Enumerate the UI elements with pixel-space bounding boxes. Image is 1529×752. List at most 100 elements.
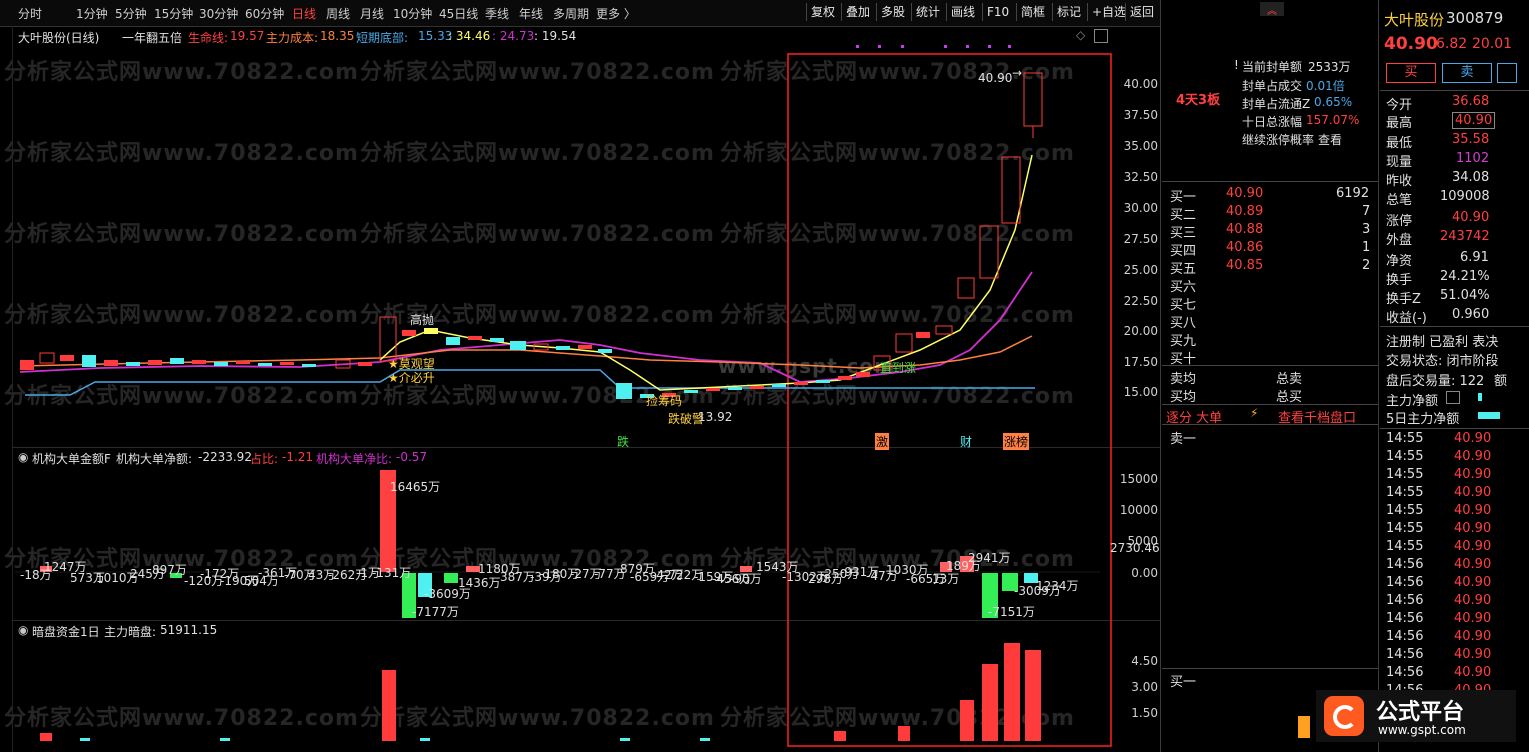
net-value: -2233.92 xyxy=(198,450,252,464)
quote-row: 换手 24.21% xyxy=(1386,269,1490,288)
total-buy-label: 总买 xyxy=(1276,390,1303,405)
order-book-row: 买三 40.88 3 xyxy=(1170,222,1371,241)
order-book-row: 买一 40.90 6192 xyxy=(1170,186,1370,205)
quote-row: 总笔 109008 xyxy=(1386,189,1490,208)
collapse-icon[interactable]: ◉ xyxy=(18,623,28,637)
buy-button[interactable]: 买 xyxy=(1386,63,1436,83)
bar-label: 2941万 xyxy=(968,551,1011,565)
bottom-bars xyxy=(40,643,1041,741)
zhangting-mark: 涨榜 xyxy=(1003,433,1030,450)
die-mark: 跌 xyxy=(617,435,630,449)
bottom-chart-value: 51911.15 xyxy=(160,623,218,637)
stock-name: 大叶股份 xyxy=(1384,11,1445,29)
order-book-row: 买二 40.89 7 xyxy=(1170,204,1371,223)
max-price-label: 40.90 xyxy=(978,71,1013,85)
after-hours-suffix: 额 xyxy=(1494,374,1508,389)
highlight-box xyxy=(787,53,1112,747)
order-book-row: 买六 xyxy=(1170,280,1197,295)
net-main-icon[interactable] xyxy=(1446,391,1460,404)
registration-info: 注册制 已盈利 表决 xyxy=(1386,335,1499,350)
bottom-tick: 1.50 xyxy=(1131,706,1158,720)
collapse-up-icon[interactable]: ︽ xyxy=(1260,2,1284,17)
total-sell-label: 总卖 xyxy=(1276,372,1303,387)
quote-row: 外盘 243742 xyxy=(1386,229,1490,248)
ratio-value: -1.21 xyxy=(282,450,314,464)
after-hours-volume: 盘后交易量: 122 xyxy=(1386,374,1485,389)
gaopao-label: 高抛 xyxy=(410,313,435,327)
price-tick: 35.00 xyxy=(1123,139,1158,153)
sell-button[interactable]: 卖 xyxy=(1442,63,1492,83)
price-change: 6.82 xyxy=(1436,36,1468,52)
quote-row: 最高 40.90 xyxy=(1386,112,1526,131)
mid-bars xyxy=(40,470,1038,618)
quote-row: 最低 35.58 xyxy=(1386,132,1490,151)
price-change-pct: 20.01 xyxy=(1472,36,1513,52)
bar-label: -131万 xyxy=(372,566,412,580)
mid-chart-title: 机构大单金额F xyxy=(32,452,111,466)
seal-label: 封单占流通Z xyxy=(1242,97,1311,111)
quote-row: 涨停 40.90 xyxy=(1386,210,1490,229)
quote-row: 收益(-) 0.960 xyxy=(1386,307,1490,326)
price-tick: 27.50 xyxy=(1123,232,1158,246)
bar-label: 897万 xyxy=(152,563,187,577)
seal-value: 0.65% xyxy=(1314,95,1353,109)
seal-label: 当前封单额 xyxy=(1242,60,1303,74)
net-label: 机构大单净额: xyxy=(116,452,193,466)
info-icon: ! xyxy=(1234,58,1239,72)
bar-label: 1234万 xyxy=(1036,579,1079,593)
bottom-tick: 4.50 xyxy=(1131,654,1158,668)
jiedisheng-label: ★介必升 xyxy=(388,371,435,385)
ji-mark: 激 xyxy=(875,433,890,450)
arrow-icon: → xyxy=(1012,66,1023,80)
price-tick: 15.00 xyxy=(1123,385,1158,399)
bottom-chart-title: 暗盘资金1日 xyxy=(32,625,100,639)
price-tick: 20.00 xyxy=(1123,324,1158,338)
order-book-row: 买八 xyxy=(1170,316,1197,331)
buy-avg-label: 买均 xyxy=(1170,390,1197,405)
price-tick: 30.00 xyxy=(1123,201,1158,215)
net-main-5d-bar xyxy=(1478,412,1500,419)
price-tick: 25.00 xyxy=(1123,263,1158,277)
board-tag: 4天3板 xyxy=(1176,93,1221,108)
quote-row: 现量 1102 xyxy=(1386,151,1490,170)
min-price-label: 13.92 xyxy=(698,410,733,424)
chart-canvas xyxy=(15,45,1112,747)
seal-label: 十日总涨幅 xyxy=(1242,115,1303,129)
seal-label: 继续涨停概率 xyxy=(1242,133,1315,147)
current-price: 40.90 xyxy=(1384,34,1438,54)
quote-row: 净资 6.91 xyxy=(1386,250,1489,269)
price-tick: 32.50 xyxy=(1123,170,1158,184)
net-main-bar xyxy=(1478,393,1482,401)
quote-row: 换手Z 51.04% xyxy=(1386,288,1490,307)
bottom-tick: 3.00 xyxy=(1131,680,1158,694)
gspt-logo: 公式平台 www.gspt.com xyxy=(1316,690,1516,742)
mid-side-value: 2730.46 xyxy=(1110,541,1160,555)
logo-url: www.gspt.com xyxy=(1378,723,1466,737)
logo-text: 公式平台 xyxy=(1376,700,1465,725)
buy1-label: 买一 xyxy=(1170,675,1197,690)
collapse-icon[interactable]: ◉ xyxy=(18,450,28,464)
price-tick: 40.00 xyxy=(1123,77,1158,91)
seal-value: 2533万 xyxy=(1308,60,1351,74)
fanzhang-label: 直到涨 xyxy=(880,361,917,375)
seal-label: 封单占成交 xyxy=(1242,79,1303,93)
more-trade-button[interactable] xyxy=(1497,63,1517,83)
price-tick: 37.50 xyxy=(1123,108,1158,122)
sell-avg-label: 卖均 xyxy=(1170,372,1197,387)
order-book-row: 买九 xyxy=(1170,334,1197,349)
trend-line xyxy=(379,154,1033,391)
bar-label: -7151万 xyxy=(988,605,1035,619)
order-book-row: 买十 xyxy=(1170,352,1197,367)
net-main-label: 主力净额 xyxy=(1386,394,1439,409)
quote-row: 昨收 34.08 xyxy=(1386,170,1490,189)
bar-label: -7177万 xyxy=(412,605,459,619)
view-probability-link[interactable]: 查看 xyxy=(1318,131,1342,148)
mid-tick: 0.00 xyxy=(1131,566,1158,580)
order-book-row: 买七 xyxy=(1170,298,1197,313)
order-book-row: 买五 40.85 2 xyxy=(1170,258,1371,277)
net-main-5d-label: 5日主力净额 xyxy=(1386,412,1460,427)
seal-value: 0.01倍 xyxy=(1306,79,1345,93)
net-ratio-value: -0.57 xyxy=(396,450,428,464)
trade-state: 交易状态: 闭市阶段 xyxy=(1386,354,1499,369)
price-tick: 22.50 xyxy=(1123,294,1158,308)
